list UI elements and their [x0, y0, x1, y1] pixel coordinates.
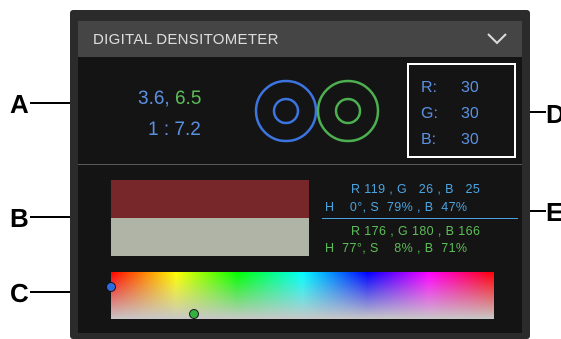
b-label: B:	[421, 131, 437, 148]
g-label: G:	[421, 105, 438, 122]
rgb-readout-box: R: 30 G: 30 B: 30	[407, 63, 516, 158]
color-swatch-2	[111, 218, 309, 256]
g-value: 30	[461, 105, 479, 122]
sample-1-rgb: R 119 , G 26 , B 25	[351, 182, 481, 196]
contrast-ratio: 1 : 7.2	[148, 119, 201, 140]
sample-1-hsb: H 0°, S 79% , B 47%	[325, 200, 468, 214]
b-value: 30	[461, 131, 479, 148]
callout-d: D	[546, 99, 561, 129]
sample-2-rgb: R 176 , G 180 , B 166	[351, 224, 481, 238]
callout-c: C	[10, 278, 29, 308]
chevron-down-icon[interactable]	[486, 32, 508, 46]
densitometer-panel: DIGITAL DENSITOMETER 3.6, 6.5 1 : 7.2 R:…	[70, 10, 530, 339]
color-swatch-1	[111, 180, 309, 218]
section-divider	[78, 164, 522, 165]
density-value-2: 6.5	[174, 88, 202, 109]
densitometer-content: 3.6, 6.5 1 : 7.2 R: 30 G: 30 B: 30 R 119…	[78, 57, 522, 333]
callout-b: B	[10, 203, 29, 233]
concentric-circles-icon	[254, 79, 380, 143]
sample-separator	[322, 218, 518, 219]
green-marker-icon[interactable]	[189, 309, 199, 319]
callout-e: E	[546, 197, 561, 227]
panel-title: DIGITAL DENSITOMETER	[93, 31, 279, 48]
blue-marker-icon[interactable]	[106, 282, 116, 292]
r-label: R:	[421, 79, 437, 96]
r-value: 30	[461, 79, 479, 96]
sample-2-hsb: H 77°, S 8% , B 71%	[325, 241, 468, 255]
callout-a: A	[10, 89, 29, 119]
density-value-1: 3.6,	[138, 88, 170, 109]
density-values: 3.6, 6.5	[138, 88, 201, 110]
panel-header[interactable]: DIGITAL DENSITOMETER	[78, 21, 522, 57]
hue-spectrum[interactable]	[106, 272, 494, 319]
